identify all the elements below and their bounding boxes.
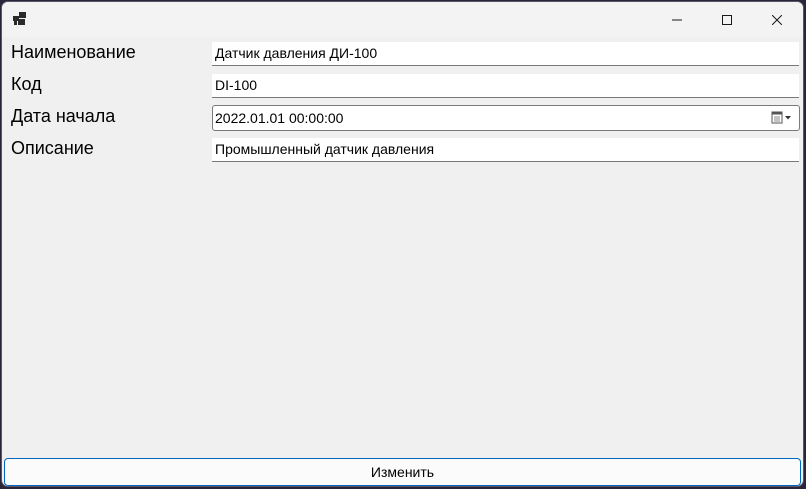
maximize-button[interactable] [702,2,752,37]
submit-button[interactable]: Изменить [4,458,801,486]
app-window: Наименование Датчик давления ДИ-100 Код … [1,1,804,487]
title-bar[interactable] [2,2,803,37]
maximize-icon [722,14,732,25]
close-icon [772,14,782,25]
minimize-button[interactable] [652,2,702,37]
start-date-value[interactable]: 2022.01.01 00:00:00 [215,108,343,128]
description-field[interactable]: Промышленный датчик давления [212,138,799,162]
close-button[interactable] [752,2,802,37]
minimize-icon [672,19,682,20]
code-field[interactable]: DI-100 [212,74,799,98]
app-windows-icon [13,12,26,25]
name-field[interactable]: Датчик давления ДИ-100 [212,42,799,66]
code-label: Код [11,74,42,94]
description-label: Описание [11,138,94,158]
start-date-label: Дата начала [11,106,116,126]
name-label: Наименование [11,42,136,62]
calendar-dropdown-icon[interactable] [771,111,793,125]
start-date-picker[interactable]: 2022.01.01 00:00:00 [212,105,800,131]
